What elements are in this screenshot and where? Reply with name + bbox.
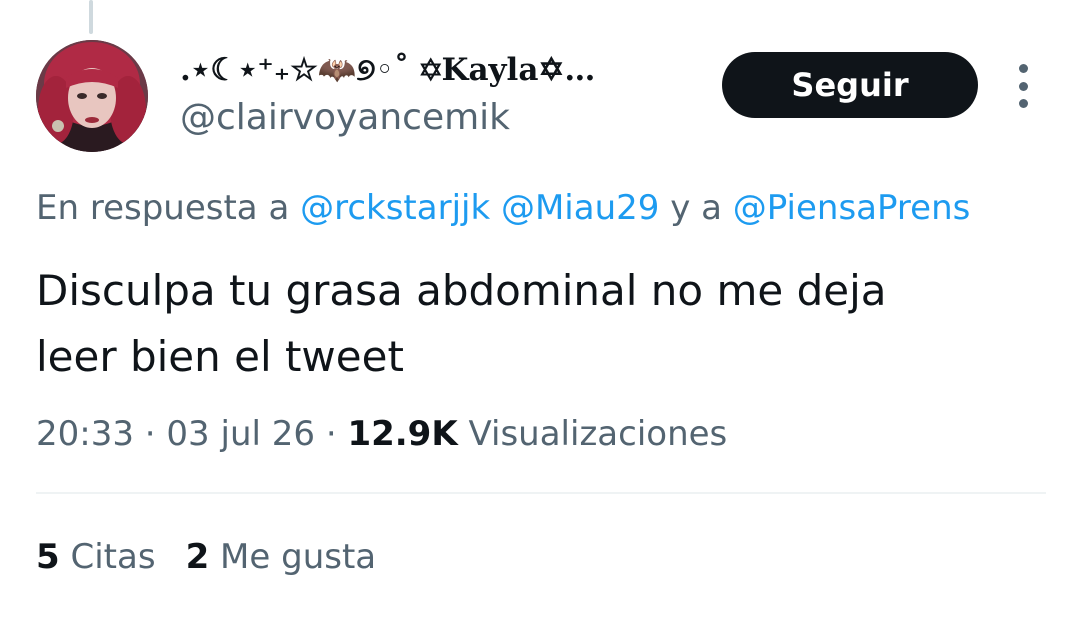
reply-mention-rckstarjjk[interactable]: @rckstarjjk <box>300 188 490 228</box>
more-options-icon[interactable] <box>1008 64 1038 108</box>
tweet-text: Disculpa tu grasa abdominal no me deja l… <box>36 266 887 381</box>
likes-count: 2 <box>185 537 210 577</box>
views-count: 12.9K <box>347 414 458 454</box>
views-label: Visualizaciones <box>457 414 728 454</box>
author-handle[interactable]: @clairvoyancemik <box>180 94 700 142</box>
dot-icon <box>1018 64 1028 73</box>
tweet-date[interactable]: 03 jul 26 <box>166 414 315 454</box>
tweet-metadata: 20:33 · 03 jul 26 · 12.9K Visualizacione… <box>36 410 1046 458</box>
follow-button[interactable]: Seguir <box>722 52 978 118</box>
dot-icon <box>1018 99 1028 108</box>
likes-stat[interactable]: 2 Me gusta <box>186 537 377 577</box>
reply-mention-miau29[interactable]: @Miau29 <box>501 188 659 228</box>
tweet-time[interactable]: 20:33 <box>36 414 134 454</box>
divider <box>36 492 1046 494</box>
dot-icon <box>1018 81 1028 91</box>
avatar[interactable] <box>36 40 148 152</box>
tweet-stats: 5 Citas 2 Me gusta <box>36 533 376 581</box>
avatar-image <box>36 40 148 152</box>
author-info: .⋆☾⋆⁺₊☆🦇୭◦˚ ✡Kayla✡… @clairvoyancemik <box>180 48 700 142</box>
separator-dot: · <box>315 414 348 454</box>
quotes-count: 5 <box>36 537 60 577</box>
author-display-name[interactable]: .⋆☾⋆⁺₊☆🦇୭◦˚ ✡Kayla✡… <box>180 48 700 92</box>
quotes-stat[interactable]: 5 Citas <box>36 537 156 577</box>
reply-prefix: En respuesta a <box>36 188 301 228</box>
reply-context: En respuesta a @rckstarjjk @Miau29 y a @… <box>36 184 1080 232</box>
quotes-label: Citas <box>70 537 156 577</box>
likes-label: Me gusta <box>220 537 377 577</box>
reply-connector: y a <box>659 188 733 228</box>
thread-connector-line <box>89 0 93 34</box>
separator-dot: · <box>133 414 167 454</box>
reply-mention-piensaprens[interactable]: @PiensaPrens <box>733 188 971 228</box>
